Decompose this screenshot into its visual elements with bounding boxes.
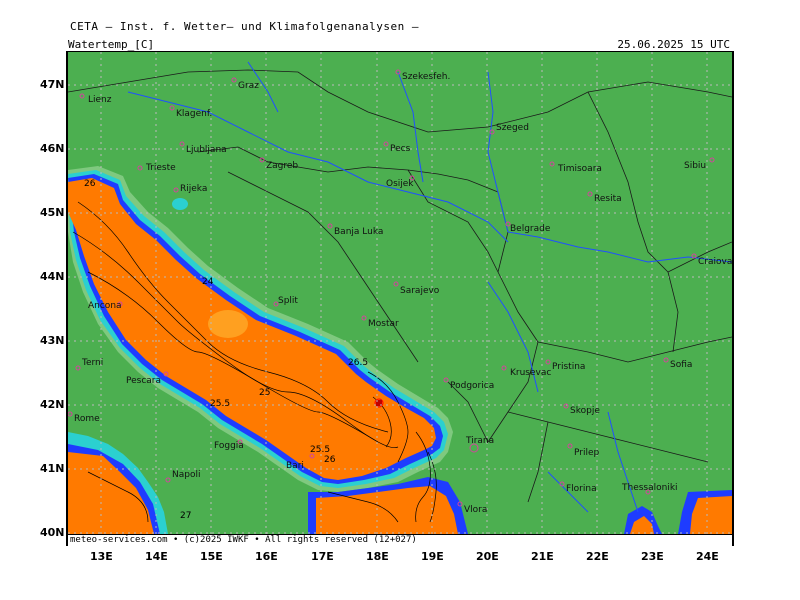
field-label: Watertemp_[C] [68,38,155,51]
svg-text:Pecs: Pecs [390,144,411,154]
svg-text:Trieste: Trieste [145,163,176,173]
warm-patch [208,310,248,338]
svg-text:Pescara: Pescara [126,376,161,386]
city-pristina: Pristina [545,359,585,372]
svg-text:Bari: Bari [286,461,304,471]
svg-text:Zagreb: Zagreb [266,161,298,171]
city-krusevac: Krusevac [501,365,551,378]
city-thessaloniki: Thessaloniki [621,483,678,495]
svg-text:Split: Split [278,296,298,306]
lat-label-47n: 47N [40,78,65,91]
city-belgrade: Belgrade [505,221,551,234]
lon-label-14e: 14E [145,550,168,563]
contour-label: 26.5 [348,358,368,368]
svg-text:Thessaloniki: Thessaloniki [621,483,678,493]
svg-text:Szeged: Szeged [496,123,529,133]
svg-text:Florina: Florina [566,484,597,494]
svg-text:Graz: Graz [238,81,259,91]
city-resita: Resita [587,191,622,204]
contour-label: 25 [259,388,270,398]
city-skopje: Skopje [563,403,600,416]
contour-label: 25.5 [210,399,230,409]
svg-text:Skopje: Skopje [570,406,600,416]
city-ancona: Ancona [88,301,123,311]
lon-label-15e: 15E [200,550,223,563]
svg-text:Krusevac: Krusevac [510,368,551,378]
svg-text:Banja Luka: Banja Luka [334,227,383,237]
map-title: CETA — Inst. f. Wetter— und Klimafolgena… [70,20,420,33]
contour-label: 27 [180,511,191,521]
svg-text:Ancona: Ancona [88,301,122,311]
city-szekesfehervar: Szekesfeh. [395,69,450,82]
svg-text:Prilep: Prilep [574,448,600,458]
svg-text:Osijek: Osijek [386,179,414,189]
lon-label-16e: 16E [255,550,278,563]
svg-text:Resita: Resita [594,194,622,204]
contour-label: 24 [202,277,214,287]
copyright-footer: meteo-services.com • (c)2025 IWKF • All … [68,534,732,546]
lat-label-45n: 45N [40,206,65,219]
lon-label-19e: 19E [421,550,444,563]
svg-text:Terni: Terni [81,358,103,368]
svg-text:Rome: Rome [74,414,100,424]
contour-label: 25.5 [310,445,330,455]
lon-label-23e: 23E [641,550,664,563]
city-split: Split [273,296,298,307]
svg-text:Sofia: Sofia [670,360,692,370]
svg-text:Lienz: Lienz [88,95,112,105]
datetime-label: 25.06.2025 15 UTC [617,38,730,51]
city-florina: Florina [559,481,597,494]
svg-text:Pristina: Pristina [552,362,585,372]
svg-text:Timisoara: Timisoara [557,164,602,174]
lon-label-17e: 17E [311,550,334,563]
lat-label-43n: 43N [40,334,65,347]
svg-text:Vlora: Vlora [464,505,487,515]
lon-label-22e: 22E [586,550,609,563]
lat-label-44n: 44N [40,270,65,283]
lon-label-20e: 20E [476,550,499,563]
svg-text:Sibiu: Sibiu [684,161,706,171]
city-szeged: Szeged [489,123,529,135]
svg-text:Mostar: Mostar [368,319,399,329]
city-timisoara: Timisoara [549,161,602,174]
svg-text:Sarajevo: Sarajevo [400,286,440,296]
svg-text:Szekesfeh.: Szekesfeh. [402,72,450,82]
lon-label-18e: 18E [366,550,389,563]
svg-text:Craiova: Craiova [698,257,732,267]
svg-text:Napoli: Napoli [172,470,200,480]
lat-label-42n: 42N [40,398,65,411]
map-canvas: Lienz Graz Szekesfeh. Klagenf. Ljubljana… [68,52,732,534]
lat-label-41n: 41N [40,462,65,475]
lat-label-46n: 46N [40,142,65,155]
svg-text:Ljubljana: Ljubljana [186,145,227,155]
lat-label-40n: 40N [40,526,65,539]
svg-text:Tirana: Tirana [465,436,494,446]
svg-text:Podgorica: Podgorica [450,381,494,391]
kvarner-bay [172,198,188,210]
lon-label-13e: 13E [90,550,113,563]
svg-text:Foggia: Foggia [214,441,244,451]
contour-label: 26 [324,455,336,465]
map-subheader: Watertemp_[C] 25.06.2025 15 UTC [66,38,734,52]
contour-label: 26 [84,179,96,189]
lon-label-24e: 24E [696,550,719,563]
city-foggia: Foggia [214,439,244,451]
svg-text:Belgrade: Belgrade [510,224,551,234]
svg-text:Rijeka: Rijeka [180,184,207,194]
lon-label-21e: 21E [531,550,554,563]
svg-text:Klagenf.: Klagenf. [176,109,212,119]
